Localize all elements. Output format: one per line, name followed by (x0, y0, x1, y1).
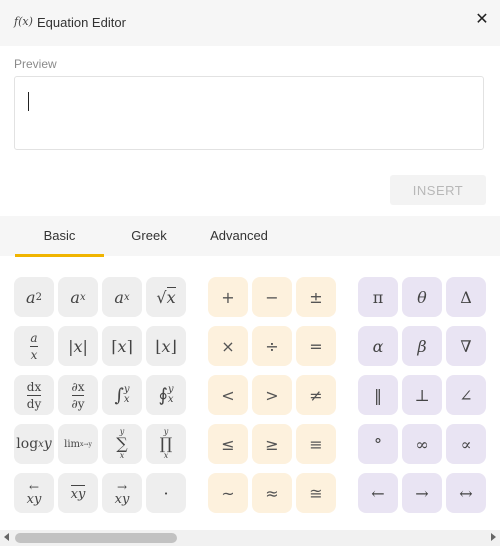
angle-button[interactable]: ∠ (446, 375, 486, 415)
approx-button[interactable]: ≈ (252, 473, 292, 513)
pi-button[interactable]: π (358, 277, 398, 317)
plus-minus-button[interactable]: ± (296, 277, 336, 317)
theta-button[interactable]: θ (402, 277, 442, 317)
left-right-arrow-symbol: ↔ (459, 483, 473, 503)
subscript-button[interactable]: ax (102, 277, 142, 317)
tab-basic[interactable]: Basic (15, 216, 104, 257)
delta-button[interactable]: Δ (446, 277, 486, 317)
horizontal-scrollbar[interactable] (0, 530, 500, 546)
tab-advanced[interactable]: Advanced (194, 216, 284, 256)
nabla-symbol: ∇ (460, 336, 472, 356)
text-caret (28, 92, 29, 111)
derivative-button[interactable]: dx dy (14, 375, 54, 415)
left-arrow-button[interactable]: ← (358, 473, 398, 513)
congruent-button[interactable]: ≅ (296, 473, 336, 513)
scrollbar-thumb[interactable] (15, 533, 177, 543)
parallel-button[interactable]: ‖ (358, 375, 398, 415)
integral-button[interactable]: ∫ y x (102, 375, 142, 415)
function-icon: f(x) (14, 15, 33, 28)
square-root-button[interactable]: √ x (146, 277, 186, 317)
floor-button[interactable]: ⌊ x ⌋ (146, 326, 186, 366)
times-button[interactable]: × (208, 326, 248, 366)
dialog-title: Equation Editor (37, 15, 126, 30)
preview-label: Preview (14, 57, 57, 71)
right-vector-button[interactable]: → xy (102, 473, 142, 513)
contour-integral-button[interactable]: ∮ y x (146, 375, 186, 415)
dot-operator-button[interactable]: · (146, 473, 186, 513)
minus-button[interactable]: − (252, 277, 292, 317)
divide-button[interactable]: ÷ (252, 326, 292, 366)
preview-input[interactable] (14, 76, 484, 150)
infinity-button[interactable]: ∞ (402, 424, 442, 464)
not-equal-button[interactable]: ≠ (296, 375, 336, 415)
beta-symbol: β (417, 336, 427, 356)
degree-symbol: ° (374, 434, 382, 454)
ceiling-button[interactable]: ⌈ x ⌉ (102, 326, 142, 366)
limit-button[interactable]: lim x→y (58, 424, 98, 464)
scroll-right-icon[interactable] (491, 533, 496, 541)
right-arrow-button[interactable]: → (402, 473, 442, 513)
proportional-symbol: ∝ (460, 434, 472, 454)
fraction-button[interactable]: ax (14, 326, 54, 366)
left-right-arrow-button[interactable]: ↔ (446, 473, 486, 513)
equals-button[interactable]: = (296, 326, 336, 366)
plus-button[interactable]: + (208, 277, 248, 317)
partial-derivative-button[interactable]: ∂x ∂y (58, 375, 98, 415)
proportional-button[interactable]: ∝ (446, 424, 486, 464)
alpha-button[interactable]: α (358, 326, 398, 366)
tilde-button[interactable]: ~ (208, 473, 248, 513)
perpendicular-symbol: ⊥ (414, 385, 430, 405)
product-button[interactable]: y ∏ x (146, 424, 186, 464)
absolute-value-button[interactable]: | x | (58, 326, 98, 366)
power-button[interactable]: ax (58, 277, 98, 317)
logarithm-button[interactable]: log x y (14, 424, 54, 464)
overline-button[interactable]: xy (58, 473, 98, 513)
identical-button[interactable]: ≡ (296, 424, 336, 464)
angle-symbol: ∠ (459, 385, 473, 405)
nabla-button[interactable]: ∇ (446, 326, 486, 366)
scroll-left-icon[interactable] (4, 533, 9, 541)
greater-equal-button[interactable]: ≥ (252, 424, 292, 464)
pi-symbol: π (372, 287, 384, 307)
theta-symbol: θ (417, 287, 427, 307)
tab-bar: Basic Greek Advanced (0, 216, 500, 257)
greater-than-button[interactable]: > (252, 375, 292, 415)
right-arrow-symbol: → (415, 483, 429, 503)
less-than-button[interactable]: < (208, 375, 248, 415)
beta-button[interactable]: β (402, 326, 442, 366)
perpendicular-button[interactable]: ⊥ (402, 375, 442, 415)
insert-button[interactable]: INSERT (390, 175, 486, 205)
dialog-header: f(x) Equation Editor ✕ (0, 0, 500, 46)
left-arrow-symbol: ← (371, 483, 385, 503)
infinity-symbol: ∞ (415, 434, 429, 454)
tab-greek[interactable]: Greek (114, 216, 184, 256)
parallel-symbol: ‖ (374, 385, 382, 405)
less-equal-button[interactable]: ≤ (208, 424, 248, 464)
superscript-button[interactable]: a2 (14, 277, 54, 317)
summation-button[interactable]: y ∑ x (102, 424, 142, 464)
close-icon[interactable]: ✕ (474, 12, 490, 28)
delta-symbol: Δ (460, 287, 472, 307)
degree-button[interactable]: ° (358, 424, 398, 464)
alpha-symbol: α (372, 336, 384, 356)
left-vector-button[interactable]: ← xy (14, 473, 54, 513)
